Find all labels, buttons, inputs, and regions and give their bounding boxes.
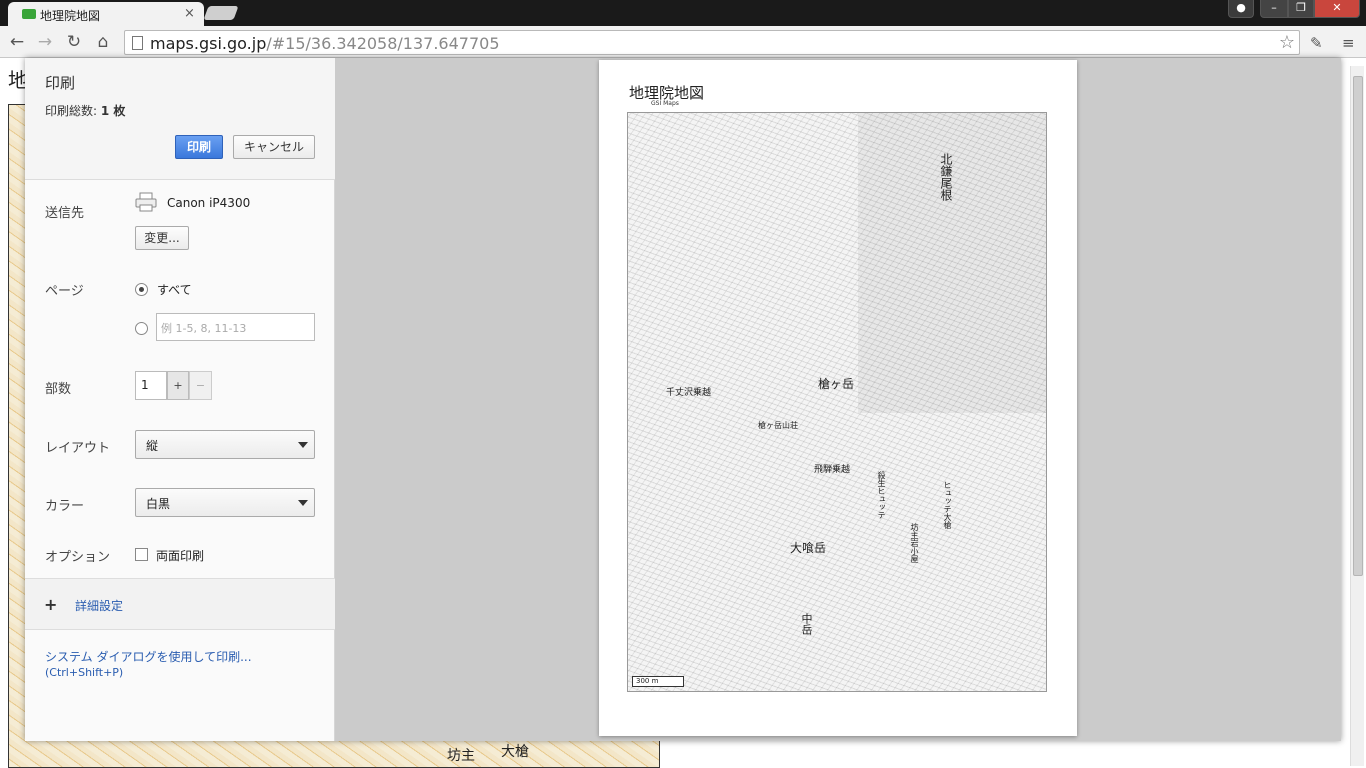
map-label: 飛騨乗越 xyxy=(814,465,851,475)
scrollbar-thumb[interactable] xyxy=(1353,76,1363,576)
background-map-label: 大槍 xyxy=(501,744,529,760)
title-bar: 地理院地図 × ● – ❐ ✕ xyxy=(0,0,1366,26)
tab-title: 地理院地図 xyxy=(40,9,101,23)
print-header: 印刷 印刷総数: 1 枚 印刷 キャンセル xyxy=(25,58,335,180)
maximize-button[interactable]: ❐ xyxy=(1288,0,1314,18)
map-label: 槍ヶ岳 xyxy=(818,377,855,391)
map-label: 大喰岳 xyxy=(790,541,827,555)
address-bar[interactable]: maps.gsi.go.jp/#15/36.342058/137.647705 … xyxy=(124,30,1300,55)
pages-label: ページ xyxy=(45,284,84,299)
print-preview-page: 地理院地図 GSI Maps 北鎌尾根 千丈沢乗越 槍ヶ岳 槍ヶ岳山荘 飛騨乗越… xyxy=(599,60,1077,736)
system-dialog-shortcut: (Ctrl+Shift+P) xyxy=(45,666,124,679)
destination-label: 送信先 xyxy=(45,206,85,221)
copies-decrement-button[interactable]: − xyxy=(189,371,212,400)
map-scale-bar: 300 m xyxy=(632,676,684,687)
color-label: カラー xyxy=(45,499,85,514)
layout-select[interactable]: 縦 xyxy=(135,430,315,459)
pages-custom-radio[interactable] xyxy=(135,322,148,335)
advanced-settings-link[interactable]: 詳細設定 xyxy=(75,597,123,614)
advanced-settings-row[interactable]: + 詳細設定 xyxy=(25,578,335,630)
map-label: 坊主岩小屋 xyxy=(910,523,919,563)
favicon-icon xyxy=(22,9,36,19)
url-host: maps.gsi.go.jp xyxy=(150,34,267,53)
duplex-checkbox[interactable] xyxy=(135,548,148,561)
system-dialog-link[interactable]: システム ダイアログを使用して印刷... xyxy=(45,648,252,665)
print-title: 印刷 xyxy=(45,74,76,92)
tab-chiriin[interactable]: 地理院地図 × xyxy=(8,2,204,26)
duplex-label: 両面印刷 xyxy=(156,549,205,563)
back-icon[interactable]: ← xyxy=(6,32,28,52)
map-label: 槍ヶ岳山荘 xyxy=(758,421,798,430)
star-icon[interactable]: ☆ xyxy=(1279,32,1295,53)
plus-icon: + xyxy=(44,595,58,614)
options-label: オプション xyxy=(45,550,111,565)
map-label: 中岳 xyxy=(800,613,813,635)
color-value: 白黒 xyxy=(146,497,171,511)
forward-icon[interactable]: → xyxy=(34,32,56,52)
home-icon[interactable]: ⌂ xyxy=(92,32,114,52)
page-scrollbar[interactable] xyxy=(1350,66,1364,766)
page-icon xyxy=(132,36,143,50)
print-total: 印刷総数: 1 枚 xyxy=(45,102,125,119)
chevron-down-icon xyxy=(298,442,308,448)
map-label: 殺生ヒュッテ xyxy=(877,471,886,519)
tab-close-icon[interactable]: × xyxy=(184,6,195,21)
reload-icon[interactable]: ↻ xyxy=(63,32,85,52)
map-label: 千丈沢乗越 xyxy=(666,388,712,398)
print-settings-panel: 印刷 印刷総数: 1 枚 印刷 キャンセル 送信先 Canon iP4300 変… xyxy=(25,58,335,741)
total-label: 印刷総数: xyxy=(45,104,101,118)
printer-name: Canon iP4300 xyxy=(167,196,251,210)
copies-increment-button[interactable]: + xyxy=(167,371,189,400)
preview-map: 北鎌尾根 千丈沢乗越 槍ヶ岳 槍ヶ岳山荘 飛騨乗越 殺生ヒュッテ ヒュッテ大槍 … xyxy=(627,112,1047,692)
browser-toolbar: ← → ↻ ⌂ maps.gsi.go.jp/#15/36.342058/137… xyxy=(0,26,1366,58)
layout-label: レイアウト xyxy=(45,441,111,456)
copies-input[interactable]: 1 xyxy=(135,371,167,400)
copies-label: 部数 xyxy=(45,382,72,397)
url-path: /#15/36.342058/137.647705 xyxy=(266,34,500,53)
preview-subtitle: GSI Maps xyxy=(651,100,679,107)
layout-value: 縦 xyxy=(146,439,159,453)
cancel-button[interactable]: キャンセル xyxy=(233,135,315,159)
chevron-down-icon xyxy=(298,500,308,506)
evernote-icon[interactable]: ✎ xyxy=(1310,34,1323,52)
map-label: 北鎌尾根 xyxy=(939,153,953,201)
close-button[interactable]: ✕ xyxy=(1314,0,1360,18)
color-select[interactable]: 白黒 xyxy=(135,488,315,517)
print-preview-dialog: 印刷 印刷総数: 1 枚 印刷 キャンセル 送信先 Canon iP4300 変… xyxy=(25,58,1341,741)
printer-icon xyxy=(135,192,157,212)
menu-icon[interactable]: ≡ xyxy=(1342,34,1355,52)
map-label: ヒュッテ大槍 xyxy=(943,481,952,529)
pages-all-radio[interactable] xyxy=(135,283,148,296)
print-button[interactable]: 印刷 xyxy=(175,135,223,159)
background-map-label: 坊主 xyxy=(447,748,475,764)
pages-range-input[interactable]: 例 1-5, 8, 11-13 xyxy=(156,313,315,341)
change-destination-button[interactable]: 変更... xyxy=(135,226,189,250)
user-icon[interactable]: ● xyxy=(1228,0,1254,18)
pages-all-label: すべて xyxy=(157,283,192,297)
new-tab-button[interactable] xyxy=(203,6,239,20)
minimize-button[interactable]: – xyxy=(1260,0,1288,18)
total-value: 1 枚 xyxy=(100,104,126,118)
